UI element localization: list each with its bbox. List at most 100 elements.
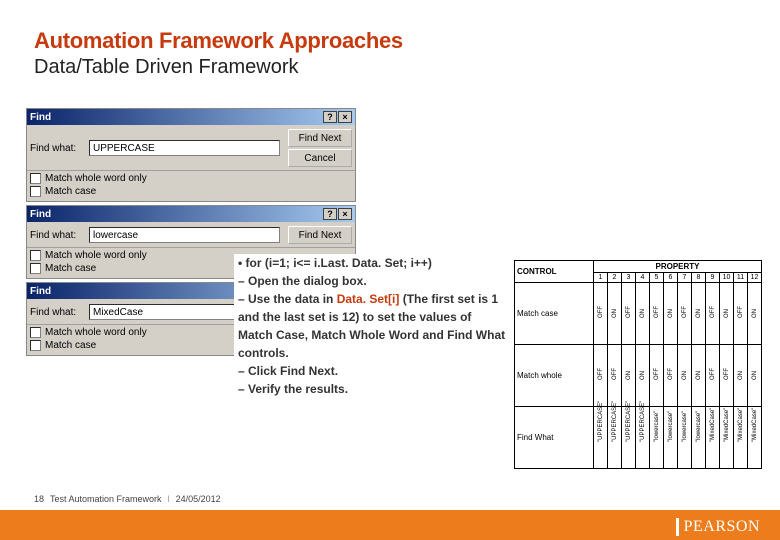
match-case-row-label: Match case: [515, 283, 594, 345]
col-4: 4: [636, 273, 650, 283]
mc-3: OFF: [626, 310, 632, 318]
col-11: 11: [734, 273, 748, 283]
match-case-label: Match case: [45, 263, 96, 274]
mc-6: ON: [668, 310, 674, 318]
mc-2: ON: [612, 310, 618, 318]
mw-12: ON: [752, 372, 758, 380]
mw-5: OFF: [654, 372, 660, 380]
fw-5: "lowercase": [654, 434, 660, 442]
help-icon[interactable]: ?: [323, 208, 337, 220]
col-8: 8: [692, 273, 706, 283]
table-header-control: CONTROL: [515, 261, 594, 283]
mw-10: OFF: [724, 372, 730, 380]
property-table: CONTROL PROPERTY 1 2 3 4 5 6 7 8 9 10 11…: [514, 260, 762, 469]
mw-9: OFF: [710, 372, 716, 380]
match-whole-row: Match whole OFF OFF ON ON OFF OFF ON ON …: [515, 345, 762, 407]
dialog-titlebar: Find ? ×: [27, 206, 355, 222]
dialog-title: Find: [30, 209, 323, 220]
brand-text: PEARSON: [684, 518, 760, 536]
find-next-button[interactable]: Find Next: [288, 129, 352, 147]
footer-sep: l: [168, 494, 170, 504]
fw-8: "lowercase": [696, 434, 702, 442]
mc-11: OFF: [738, 310, 744, 318]
match-whole-label: Match whole word only: [45, 250, 147, 261]
match-case-checkbox[interactable]: [30, 186, 41, 197]
footer-date: 24/05/2012: [176, 494, 221, 504]
find-what-label: Find what:: [30, 307, 85, 318]
match-case-label: Match case: [45, 186, 96, 197]
mc-12: ON: [752, 310, 758, 318]
dialog-title: Find: [30, 112, 323, 123]
step2-prefix: – Use the data in: [238, 292, 337, 306]
find-what-input[interactable]: lowercase: [89, 227, 280, 243]
mw-6: OFF: [668, 372, 674, 380]
fw-1: "UPPERCASE": [598, 434, 604, 442]
step2-dataset: Data. Set[i]: [337, 292, 403, 306]
mw-4: ON: [640, 372, 646, 380]
find-what-value: lowercase: [93, 230, 138, 241]
close-icon[interactable]: ×: [338, 111, 352, 123]
mw-3: ON: [626, 372, 632, 380]
page-number: 18: [34, 494, 44, 504]
match-whole-checkbox[interactable]: [30, 173, 41, 184]
mc-10: ON: [724, 310, 730, 318]
match-whole-row-label: Match whole: [515, 345, 594, 407]
col-10: 10: [720, 273, 734, 283]
mw-7: ON: [682, 372, 688, 380]
col-9: 9: [706, 273, 720, 283]
pseudocode-step-click: – Click Find Next.: [238, 362, 508, 380]
match-case-checkbox[interactable]: [30, 340, 41, 351]
match-case-label: Match case: [45, 340, 96, 351]
mc-1: OFF: [598, 310, 604, 318]
pseudocode-step-verify: – Verify the results.: [238, 380, 508, 398]
mc-4: ON: [640, 310, 646, 318]
fw-7: "lowercase": [682, 434, 688, 442]
mw-2: OFF: [612, 372, 618, 380]
find-what-label: Find what:: [30, 143, 85, 154]
match-whole-label: Match whole word only: [45, 327, 147, 338]
match-whole-label: Match whole word only: [45, 173, 147, 184]
col-2: 2: [608, 273, 622, 283]
fw-6: "lowercase": [668, 434, 674, 442]
pseudocode-step-data: – Use the data in Data. Set[i] (The firs…: [238, 290, 508, 362]
mc-7: OFF: [682, 310, 688, 318]
mw-11: ON: [738, 372, 744, 380]
table-header-property: PROPERTY: [594, 261, 762, 273]
brand-logo: PEARSON: [676, 518, 760, 536]
footer-meta: 18 Test Automation Framework l 24/05/201…: [34, 494, 221, 504]
fw-4: "UPPERCASE": [640, 434, 646, 442]
brand-bar-icon: [676, 518, 679, 536]
match-case-checkbox[interactable]: [30, 263, 41, 274]
find-what-row: Find What "UPPERCASE" "UPPERCASE" "UPPER…: [515, 407, 762, 469]
mc-5: OFF: [654, 310, 660, 318]
pseudocode-block: • for (i=1; i<= i.Last. Data. Set; i++) …: [234, 254, 512, 398]
find-what-input[interactable]: UPPERCASE: [89, 140, 280, 156]
help-icon[interactable]: ?: [323, 111, 337, 123]
col-6: 6: [664, 273, 678, 283]
find-dialog-1: Find ? × Find what: UPPERCASE Find Next …: [26, 108, 356, 202]
match-whole-checkbox[interactable]: [30, 250, 41, 261]
dialog-titlebar: Find ? ×: [27, 109, 355, 125]
fw-12: "MixedCase": [752, 434, 758, 442]
find-what-value: MixedCase: [93, 307, 143, 318]
col-12: 12: [748, 273, 762, 283]
footer-doc: Test Automation Framework: [50, 494, 162, 504]
fw-2: "UPPERCASE": [612, 434, 618, 442]
fw-11: "MixedCase": [738, 434, 744, 442]
mc-8: ON: [696, 310, 702, 318]
col-7: 7: [678, 273, 692, 283]
pseudocode-loop: • for (i=1; i<= i.Last. Data. Set; i++): [238, 254, 508, 272]
slide-title: Automation Framework Approaches: [0, 0, 780, 54]
cancel-button[interactable]: Cancel: [288, 149, 352, 167]
mw-1: OFF: [598, 372, 604, 380]
find-next-button[interactable]: Find Next: [288, 226, 352, 244]
slide: Automation Framework Approaches Data/Tab…: [0, 0, 780, 540]
match-whole-checkbox[interactable]: [30, 327, 41, 338]
match-case-row: Match case OFF ON OFF ON OFF ON OFF ON O…: [515, 283, 762, 345]
col-1: 1: [594, 273, 608, 283]
close-icon[interactable]: ×: [338, 208, 352, 220]
footer: 18 Test Automation Framework l 24/05/201…: [0, 504, 780, 540]
fw-3: "UPPERCASE": [626, 434, 632, 442]
footer-bar: PEARSON: [0, 510, 780, 540]
find-what-value: UPPERCASE: [93, 143, 155, 154]
